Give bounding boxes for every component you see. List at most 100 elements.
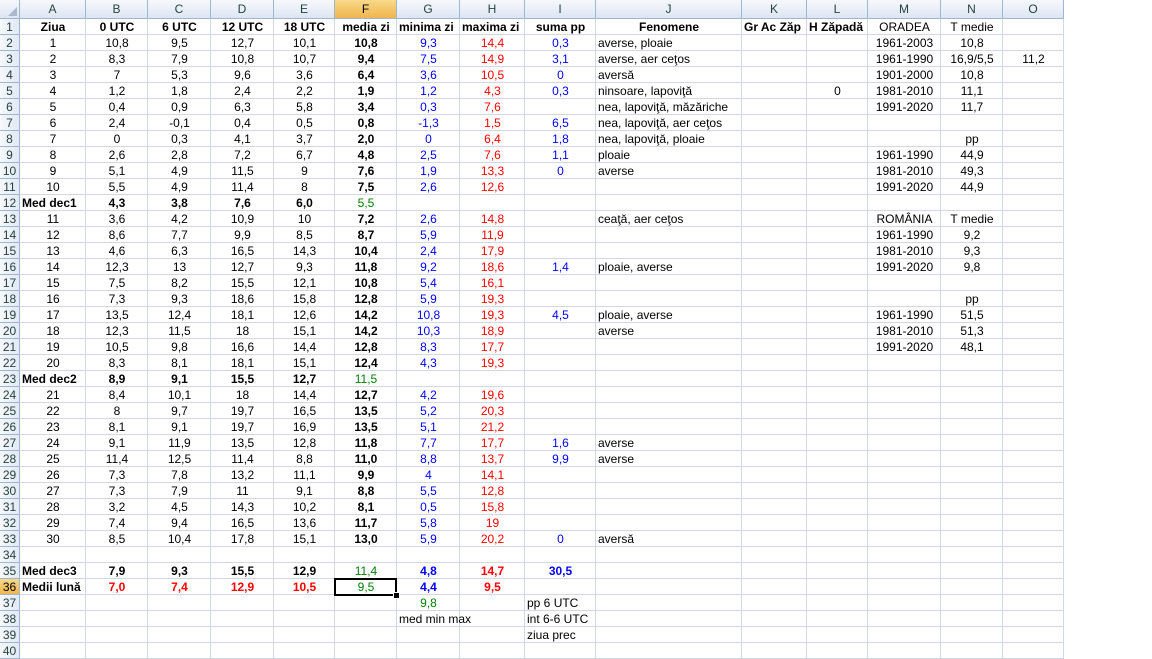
cell-d30[interactable]: 11 [211,483,274,499]
cell-f6[interactable]: 3,4 [335,99,397,115]
cell-d4[interactable]: 9,6 [211,67,274,83]
cell-b18[interactable]: 7,3 [86,291,148,307]
cell-h15[interactable]: 17,9 [460,243,525,259]
row-header-12[interactable]: 12 [0,195,20,211]
row-header-24[interactable]: 24 [0,387,20,403]
cell-h9[interactable]: 7,6 [460,147,525,163]
cell-b27[interactable]: 9,1 [86,435,148,451]
cell-g37[interactable]: 9,8 [397,595,460,611]
cell-f22[interactable]: 12,4 [335,355,397,371]
cell-f10[interactable]: 7,6 [335,163,397,179]
cell-f33[interactable]: 13,0 [335,531,397,547]
cell-b35[interactable]: 7,9 [86,563,148,579]
cell-a36[interactable]: Medii lună [20,579,86,595]
column-header-a[interactable]: A [20,0,86,19]
cell-d14[interactable]: 9,9 [211,227,274,243]
cell-n15[interactable]: 9,3 [941,243,1003,259]
cell-b8[interactable]: 0 [86,131,148,147]
cell-c4[interactable]: 5,3 [148,67,211,83]
cell-g31[interactable]: 0,5 [397,499,460,515]
row-header-7[interactable]: 7 [0,115,20,131]
cell-e36[interactable]: 10,5 [274,579,335,595]
row-header-32[interactable]: 32 [0,515,20,531]
cell-c22[interactable]: 8,1 [148,355,211,371]
cell-c11[interactable]: 4,9 [148,179,211,195]
cell-a23[interactable]: Med dec2 [20,371,86,387]
cell-m19[interactable]: 1961-1990 [868,307,941,323]
cell-g19[interactable]: 10,8 [397,307,460,323]
cell-c28[interactable]: 12,5 [148,451,211,467]
row-header-14[interactable]: 14 [0,227,20,243]
column-header-n[interactable]: N [941,0,1003,19]
cell-a2[interactable]: 1 [20,35,86,51]
cell-d15[interactable]: 16,5 [211,243,274,259]
cell-g16[interactable]: 9,2 [397,259,460,275]
row-header-16[interactable]: 16 [0,259,20,275]
row-header-27[interactable]: 27 [0,435,20,451]
cell-b20[interactable]: 12,3 [86,323,148,339]
cell-i33[interactable]: 0 [525,531,596,547]
cell-g27[interactable]: 7,7 [397,435,460,451]
cell-i35[interactable]: 30,5 [525,563,596,579]
cell-f15[interactable]: 10,4 [335,243,397,259]
cell-f31[interactable]: 8,1 [335,499,397,515]
cell-g1[interactable]: minima zi [397,19,460,35]
cell-e8[interactable]: 3,7 [274,131,335,147]
cell-b16[interactable]: 12,3 [86,259,148,275]
row-header-23[interactable]: 23 [0,371,20,387]
cell-a7[interactable]: 6 [20,115,86,131]
cell-i9[interactable]: 1,1 [525,147,596,163]
cell-f21[interactable]: 12,8 [335,339,397,355]
cell-g15[interactable]: 2,4 [397,243,460,259]
row-header-30[interactable]: 30 [0,483,20,499]
cell-g35[interactable]: 4,8 [397,563,460,579]
cell-e20[interactable]: 15,1 [274,323,335,339]
cell-e2[interactable]: 10,1 [274,35,335,51]
cell-l1[interactable]: H Zăpadă [807,19,868,35]
row-header-6[interactable]: 6 [0,99,20,115]
row-header-40[interactable]: 40 [0,643,20,659]
cell-b26[interactable]: 8,1 [86,419,148,435]
cell-d21[interactable]: 16,6 [211,339,274,355]
cell-f29[interactable]: 9,9 [335,467,397,483]
cell-c1[interactable]: 6 UTC [148,19,211,35]
cell-f28[interactable]: 11,0 [335,451,397,467]
cell-a6[interactable]: 5 [20,99,86,115]
cell-n16[interactable]: 9,8 [941,259,1003,275]
cell-d20[interactable]: 18 [211,323,274,339]
row-header-26[interactable]: 26 [0,419,20,435]
cell-f35[interactable]: 11,4 [335,563,397,579]
spreadsheet-grid[interactable]: A B C D E F G H I J K L M N O 1 Ziua 0 UTC 6 UTC 12 UTC 18 U… [0,0,1067,659]
cell-c36[interactable]: 7,4 [148,579,211,595]
cell-e7[interactable]: 0,5 [274,115,335,131]
cell-a9[interactable]: 8 [20,147,86,163]
cell-b19[interactable]: 13,5 [86,307,148,323]
cell-i16[interactable]: 1,4 [525,259,596,275]
cell-h16[interactable]: 18,6 [460,259,525,275]
cell-c30[interactable]: 7,9 [148,483,211,499]
cell-g7[interactable]: -1,3 [397,115,460,131]
cell-j8[interactable]: nea, lapoviţă, ploaie [596,131,742,147]
cell-a1[interactable]: Ziua [20,19,86,35]
cell-m14[interactable]: 1961-1990 [868,227,941,243]
row-header-13[interactable]: 13 [0,211,20,227]
cell-a29[interactable]: 26 [20,467,86,483]
cell-h8[interactable]: 6,4 [460,131,525,147]
cell-m9[interactable]: 1961-1990 [868,147,941,163]
row-header-22[interactable]: 22 [0,355,20,371]
cell-j28[interactable]: averse [596,451,742,467]
cell-a4[interactable]: 3 [20,67,86,83]
cell-c5[interactable]: 1,8 [148,83,211,99]
cell-m2[interactable]: 1961-2003 [868,35,941,51]
cell-c13[interactable]: 4,2 [148,211,211,227]
cell-f18[interactable]: 12,8 [335,291,397,307]
cell-a22[interactable]: 20 [20,355,86,371]
cell-e5[interactable]: 2,2 [274,83,335,99]
cell-c14[interactable]: 7,7 [148,227,211,243]
cell-a5[interactable]: 4 [20,83,86,99]
cell-f7[interactable]: 0,8 [335,115,397,131]
cell-c3[interactable]: 7,9 [148,51,211,67]
cell-m10[interactable]: 1981-2010 [868,163,941,179]
cell-g30[interactable]: 5,5 [397,483,460,499]
cell-f1[interactable]: media zi [335,19,397,35]
